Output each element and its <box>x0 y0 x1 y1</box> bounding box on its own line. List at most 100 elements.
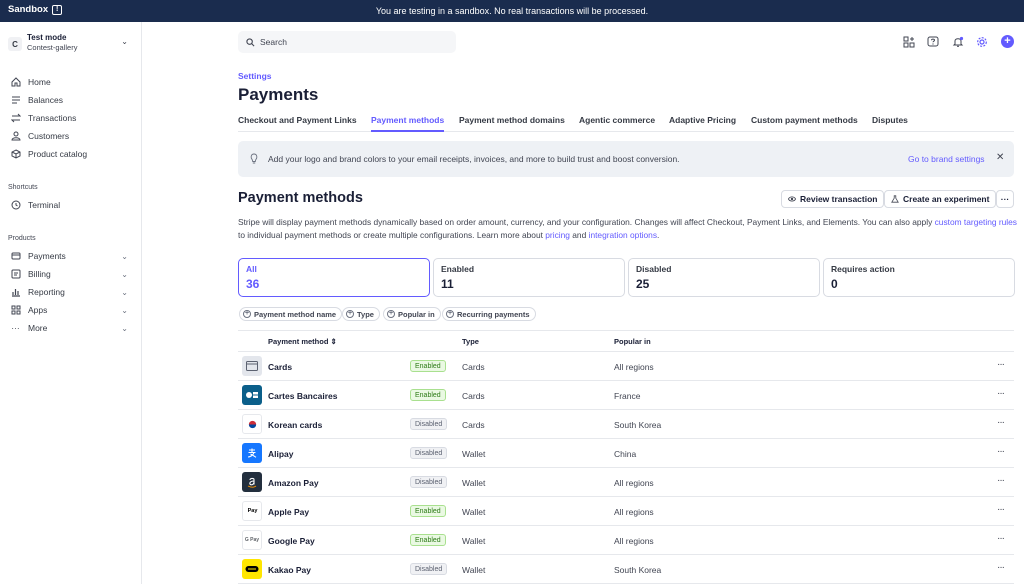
payments-icon <box>10 251 21 262</box>
sidebar-item-label: Billing <box>28 269 51 279</box>
filter-type[interactable]: + Type <box>342 307 380 321</box>
help-icon[interactable] <box>927 36 939 50</box>
create-experiment-label: Create an experiment <box>903 194 990 204</box>
table-row[interactable]: Amazon Pay Disabled Wallet All regions ·… <box>238 468 1014 497</box>
payment-method-name: Amazon Pay <box>268 478 319 488</box>
apps-grid-icon[interactable] <box>903 36 915 50</box>
row-more-icon[interactable]: ··· <box>997 533 1005 544</box>
table-row[interactable]: G Pay Google Pay Enabled Wallet All regi… <box>238 526 1014 555</box>
summary-card-requires-action[interactable]: Requires action 0 <box>823 258 1015 297</box>
custom-targeting-rules-link[interactable]: custom targeting rules <box>935 217 1017 227</box>
table-row[interactable]: Alipay Disabled Wallet China ··· <box>238 439 1014 468</box>
table-row[interactable]: Cards Enabled Cards All regions ··· <box>238 352 1014 381</box>
row-more-icon[interactable]: ··· <box>997 359 1005 370</box>
flask-icon <box>891 195 899 203</box>
row-more-icon[interactable]: ··· <box>997 417 1005 428</box>
more-options-button[interactable]: ··· <box>996 190 1014 208</box>
row-more-icon[interactable]: ··· <box>997 562 1005 573</box>
tab-payment-method-domains[interactable]: Payment method domains <box>459 115 565 125</box>
sidebar-item-label: Balances <box>28 95 63 105</box>
sidebar-item-label: Product catalog <box>28 149 88 159</box>
lightbulb-icon <box>250 153 258 164</box>
card-label: Disabled <box>636 264 672 274</box>
sidebar-item-payments[interactable]: Payments ⌄ <box>10 248 130 264</box>
row-more-icon[interactable]: ··· <box>997 504 1005 515</box>
chevron-down-icon: ⌄ <box>121 323 128 333</box>
description-text: . <box>657 230 660 240</box>
filter-payment-method-name[interactable]: + Payment method name <box>239 307 343 321</box>
search-input[interactable]: Search <box>238 31 456 53</box>
tab-checkout-payment-links[interactable]: Checkout and Payment Links <box>238 115 357 125</box>
section-title: Payment methods <box>238 190 363 206</box>
table-row[interactable]: Pay Apple Pay Enabled Wallet All regions… <box>238 497 1014 526</box>
table-row[interactable]: Korean cards Disabled Cards South Korea … <box>238 410 1014 439</box>
sidebar-item-terminal[interactable]: Terminal <box>10 197 130 213</box>
tab-payment-methods[interactable]: Payment methods <box>371 115 445 132</box>
product-catalog-icon <box>10 149 21 160</box>
summary-card-all[interactable]: All 36 <box>238 258 430 297</box>
payment-method-name: Google Pay <box>268 536 315 546</box>
summary-card-enabled[interactable]: Enabled 11 <box>433 258 625 297</box>
tab-adaptive-pricing[interactable]: Adaptive Pricing <box>669 115 736 125</box>
status-badge: Disabled <box>410 476 448 488</box>
breadcrumb[interactable]: Settings <box>238 71 272 81</box>
card-label: Requires action <box>831 264 895 274</box>
status-badge: Disabled <box>410 447 448 459</box>
column-header-payment-method[interactable]: Payment method ⇕ <box>268 337 337 346</box>
notifications-bell-icon[interactable] <box>952 36 964 50</box>
tab-agentic-commerce[interactable]: Agentic commerce <box>579 115 655 125</box>
status-badge: Disabled <box>410 418 448 430</box>
sidebar-item-transactions[interactable]: Transactions <box>10 110 130 126</box>
payment-method-type: Cards <box>462 362 485 372</box>
gear-icon[interactable] <box>976 36 988 50</box>
reporting-icon <box>10 287 21 298</box>
review-transaction-button[interactable]: Review transaction <box>781 190 885 208</box>
transactions-icon <box>10 113 21 124</box>
payment-method-name: Korean cards <box>268 420 323 430</box>
brand-settings-link[interactable]: Go to brand settings <box>908 154 985 164</box>
sidebar-item-label: Reporting <box>28 287 65 297</box>
status-badge: Enabled <box>410 534 446 546</box>
row-more-icon[interactable]: ··· <box>997 475 1005 486</box>
tab-custom-payment-methods[interactable]: Custom payment methods <box>751 115 858 125</box>
integration-options-link[interactable]: integration options <box>589 230 657 240</box>
account-switcher[interactable]: C Test mode Contest-gallery ⌄ <box>8 33 132 59</box>
popular-in: All regions <box>614 362 654 372</box>
sidebar-item-label: Terminal <box>28 200 61 210</box>
tab-disputes[interactable]: Disputes <box>872 115 908 125</box>
summary-card-disabled[interactable]: Disabled 25 <box>628 258 820 297</box>
sandbox-banner: Sandbox ! You are testing in a sandbox. … <box>0 0 1024 22</box>
sidebar-item-customers[interactable]: Customers <box>10 128 130 144</box>
payment-method-name: Cards <box>268 362 293 372</box>
sidebar-item-balances[interactable]: Balances <box>10 92 130 108</box>
payment-method-type: Wallet <box>462 536 486 546</box>
table-row[interactable]: Kakao Pay Disabled Wallet South Korea ··… <box>238 555 1014 584</box>
review-transaction-label: Review transaction <box>800 194 878 204</box>
sidebar-item-label: More <box>28 323 48 333</box>
sandbox-message: You are testing in a sandbox. No real tr… <box>375 6 649 16</box>
filter-popular-in[interactable]: + Popular in <box>383 307 441 321</box>
row-more-icon[interactable]: ··· <box>997 446 1005 457</box>
create-experiment-button[interactable]: Create an experiment <box>884 190 997 208</box>
filter-recurring-payments[interactable]: + Recurring payments <box>442 307 536 321</box>
description-text: to individual payment methods or create … <box>238 230 546 240</box>
kakao-pay-icon <box>242 559 262 579</box>
add-filter-icon: + <box>387 310 395 318</box>
filter-label: Payment method name <box>254 309 337 319</box>
sidebar-item-home[interactable]: Home <box>10 74 130 90</box>
table-row[interactable]: Cartes Bancaires Enabled Cards France ··… <box>238 381 1014 410</box>
payment-method-type: Cards <box>462 420 485 430</box>
status-badge: Enabled <box>410 389 446 401</box>
add-filter-icon: + <box>446 310 454 318</box>
sidebar-item-product-catalog[interactable]: Product catalog <box>10 146 130 162</box>
row-more-icon[interactable]: ··· <box>997 388 1005 399</box>
sidebar-item-billing[interactable]: Billing ⌄ <box>10 266 130 282</box>
sidebar-item-more[interactable]: ··· More ⌄ <box>10 320 130 336</box>
create-plus-button[interactable]: + <box>1001 35 1014 48</box>
sidebar-item-apps[interactable]: Apps ⌄ <box>10 302 130 318</box>
sidebar-item-reporting[interactable]: Reporting ⌄ <box>10 284 130 300</box>
pricing-link[interactable]: pricing <box>545 230 570 240</box>
close-icon[interactable]: ✕ <box>996 152 1004 163</box>
korea-flag-icon <box>242 414 262 434</box>
info-box-icon[interactable]: ! <box>52 4 63 15</box>
